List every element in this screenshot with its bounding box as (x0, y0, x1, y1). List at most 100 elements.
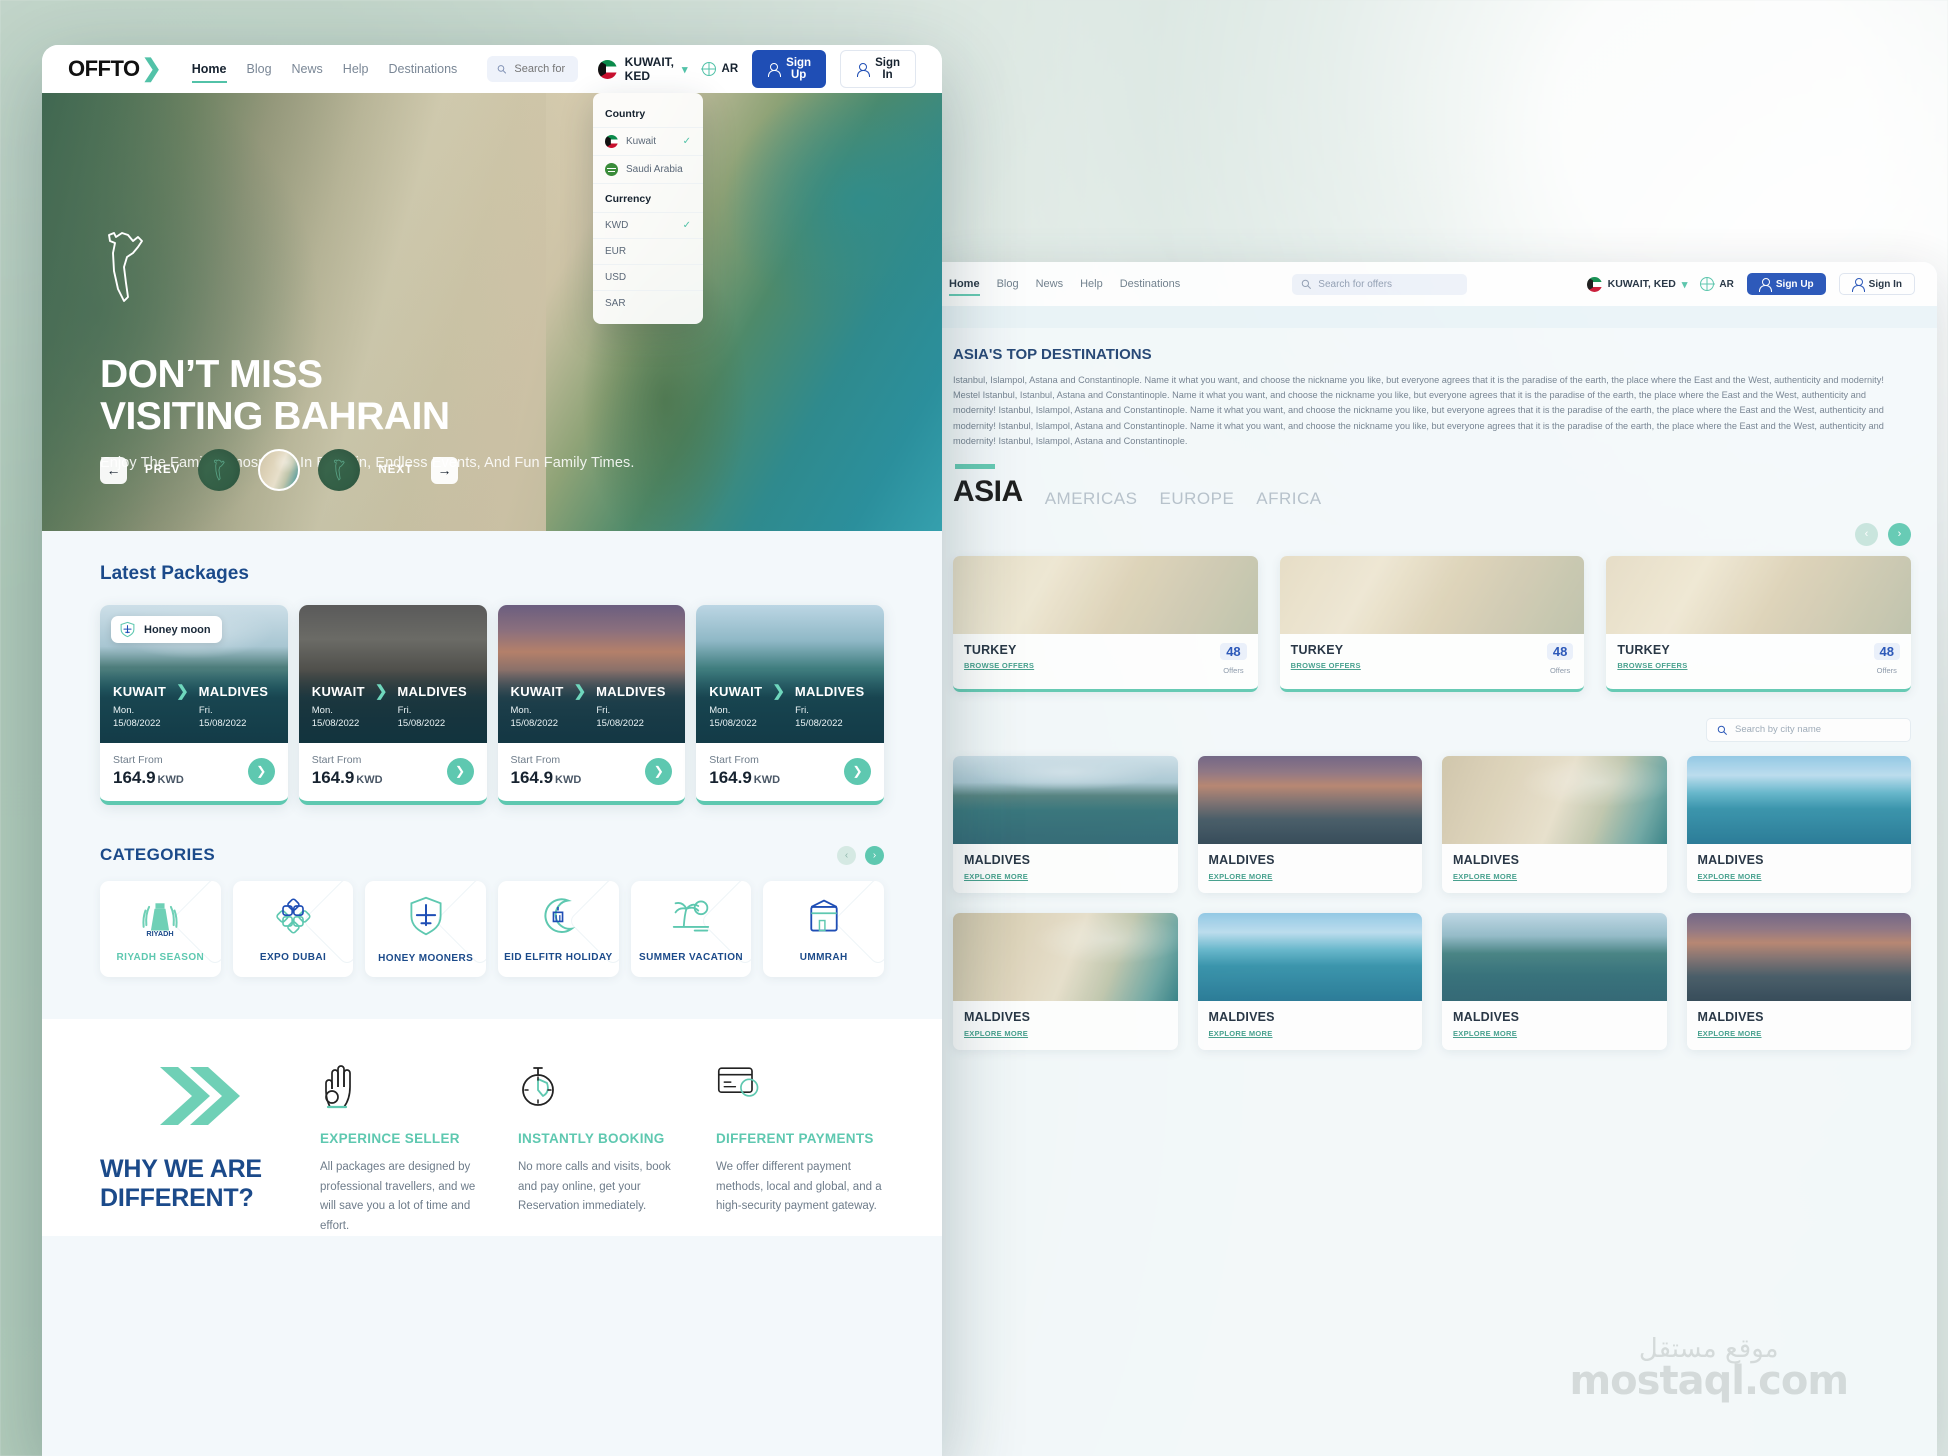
w2-destination-tile[interactable]: MALDIVES EXPLORE MORE (1686, 912, 1911, 1050)
hero-thumb-next[interactable] (318, 449, 361, 491)
background-browser-window[interactable]: Home Blog News Help Destinations Search … (927, 262, 1937, 1456)
w2-tile-link[interactable]: EXPLORE MORE (964, 872, 1167, 881)
w2-offer-card[interactable]: TURKEY BROWSE OFFERS 48 Offers (953, 555, 1258, 692)
package-depart-day: Mon. (113, 705, 135, 717)
w2-tile-link[interactable]: EXPLORE MORE (1453, 872, 1656, 881)
category-riyadh-season[interactable]: RIYADH RIYADH SEASON (100, 881, 221, 977)
category-label: UMMRAH (799, 951, 848, 963)
main-browser-window[interactable]: OFFTO ❯ Home Blog News Help Destinations… (42, 45, 942, 1456)
w2-tile-link[interactable]: EXPLORE MORE (1698, 1029, 1901, 1038)
category-eid-elfitr-holiday[interactable]: EID ELFITR HOLIDAY (498, 881, 619, 977)
w2-offer-link[interactable]: BROWSE OFFERS (1617, 661, 1687, 670)
package-depart: Mon. 15/08/2022 (113, 705, 189, 731)
w2-nav-blog[interactable]: Blog (997, 278, 1019, 290)
w2-country-selector[interactable]: KUWAIT, KED ▾ (1586, 276, 1687, 292)
w2-offer-cards: TURKEY BROWSE OFFERS 48 Offers TURKEY BR… (927, 546, 1937, 692)
w2-destination-tile[interactable]: MALDIVES EXPLORE MORE (1686, 755, 1911, 893)
hero-content: DON’T MISS VISITING BAHRAIN Enjoy The Fa… (100, 223, 635, 471)
w2-tile-link[interactable]: EXPLORE MORE (1209, 872, 1412, 881)
categories-next-button[interactable]: › (865, 845, 884, 865)
package-card[interactable]: KUWAIT ❯ MALDIVES Mon. 15/08/2022 Fri. 15/… (696, 605, 884, 805)
w2-nav-help[interactable]: Help (1080, 278, 1103, 290)
language-switch[interactable]: AR (701, 62, 738, 76)
w2-tile-link[interactable]: EXPLORE MORE (964, 1029, 1167, 1038)
w2-city-search: Search by city name (927, 692, 1937, 742)
w2-destination-tile[interactable]: MALDIVES EXPLORE MORE (1197, 912, 1422, 1050)
w2-tile-link[interactable]: EXPLORE MORE (1453, 1029, 1656, 1038)
w2-tile-image (953, 755, 1178, 844)
search-box[interactable] (487, 56, 578, 82)
logo[interactable]: OFFTO ❯ (68, 56, 162, 82)
hero-prev-button[interactable]: ← (100, 456, 127, 484)
w2-tile-link[interactable]: EXPLORE MORE (1209, 1029, 1412, 1038)
signin-button[interactable]: Sign In (840, 50, 916, 88)
package-return-day: Fri. (198, 705, 213, 717)
w2-city-search-placeholder: Search by city name (1735, 724, 1822, 736)
package-card[interactable]: Honey moon KUWAIT ❯ MALDIVES Mon. 15/08/2… (100, 605, 288, 805)
package-go-button[interactable]: ❯ (446, 757, 474, 785)
nav-item-help[interactable]: Help (343, 62, 369, 76)
category-summer-vacation[interactable]: SUMMER VACATION (630, 881, 752, 977)
w2-offer-link[interactable]: BROWSE OFFERS (964, 661, 1034, 670)
dropdown-currency-usd[interactable]: USD (593, 264, 703, 290)
w2-region-africa[interactable]: AFRICA (1256, 489, 1321, 509)
w2-city-search-input[interactable]: Search by city name (1706, 717, 1911, 742)
w2-offer-card[interactable]: TURKEY BROWSE OFFERS 48 Offers (1279, 555, 1585, 692)
country-selector[interactable]: KUWAIT, KED ▾ (597, 55, 688, 83)
category-ummrah[interactable]: UMMRAH (763, 881, 885, 977)
country-currency-dropdown[interactable]: Country Kuwait ✓ Saudi Arabia Currency K… (593, 93, 703, 324)
package-image: KUWAIT ❯ MALDIVES Mon. 15/08/2022 Fri. 15/… (298, 605, 487, 743)
package-go-button[interactable]: ❯ (844, 757, 871, 785)
w2-region-americas[interactable]: AMERICAS (1045, 489, 1138, 509)
dropdown-option-saudi-arabia[interactable]: Saudi Arabia (593, 155, 703, 183)
w2-destination-grid: MALDIVES EXPLORE MORE MALDIVES EXPLORE M… (927, 742, 1937, 1050)
w2-destination-tile[interactable]: MALDIVES EXPLORE MORE (953, 912, 1178, 1050)
hero-next-button[interactable]: → (431, 456, 458, 484)
w2-signin-button[interactable]: Sign In (1838, 273, 1915, 295)
package-route: KUWAIT ❯ MALDIVES Mon. 15/08/2022 Fri. 15/… (497, 670, 686, 743)
w2-nav-home[interactable]: Home (949, 278, 980, 296)
package-card[interactable]: KUWAIT ❯ MALDIVES Mon. 15/08/2022 Fri. 15/… (497, 605, 686, 805)
dropdown-option-kuwait[interactable]: Kuwait ✓ (593, 127, 703, 155)
w2-destination-tile[interactable]: MALDIVES EXPLORE MORE (1442, 912, 1667, 1050)
navbar-right: KUWAIT, KED ▾ AR Sign Up Sign In (597, 50, 916, 88)
dropdown-currency-kwd[interactable]: KWD ✓ (593, 212, 703, 238)
w2-carousel-prev[interactable]: ‹ (1855, 522, 1878, 546)
hero-thumb-prev[interactable] (198, 449, 241, 491)
w2-tile-link[interactable]: EXPLORE MORE (1698, 872, 1901, 881)
dropdown-currency-sar[interactable]: SAR (593, 290, 703, 316)
package-badge-label: Honey moon (144, 623, 211, 636)
w2-carousel-next[interactable]: › (1888, 522, 1911, 546)
w2-nav-destinations[interactable]: Destinations (1120, 278, 1181, 290)
package-go-button[interactable]: ❯ (247, 757, 275, 785)
w2-destination-tile[interactable]: MALDIVES EXPLORE MORE (1442, 755, 1667, 893)
category-expo-dubai[interactable]: EXPO DUBAI (232, 881, 354, 977)
w2-tile-title: MALDIVES (964, 1009, 1031, 1024)
w2-region-europe[interactable]: EUROPE (1159, 489, 1234, 509)
hero-carousel-nav: ← PREV NEXT → (100, 449, 458, 491)
package-card[interactable]: KUWAIT ❯ MALDIVES Mon. 15/08/2022 Fri. 15/… (298, 605, 487, 805)
signup-button[interactable]: Sign Up (752, 50, 827, 88)
feature-instantly-booking: INSTANTLY BOOKING No more calls and visi… (518, 1063, 686, 1236)
search-input[interactable] (514, 63, 568, 75)
nav-item-home[interactable]: Home (191, 62, 227, 83)
category-honey-mooners[interactable]: HONEY MOONERS (365, 881, 487, 977)
w2-offer-card[interactable]: TURKEY BROWSE OFFERS 48 Offers (1606, 555, 1912, 692)
nav-item-blog[interactable]: Blog (247, 62, 272, 76)
hero-prev-label: PREV (145, 464, 181, 476)
dropdown-currency-eur[interactable]: EUR (593, 238, 703, 264)
w2-article-heading: ASIA'S TOP DESTINATIONS (953, 346, 1152, 363)
w2-search-input[interactable]: Search for offers (1292, 273, 1468, 295)
nav-item-news[interactable]: News (292, 62, 323, 76)
w2-language-switch[interactable]: AR (1700, 277, 1734, 291)
w2-nav-news[interactable]: News (1036, 278, 1064, 290)
package-go-button[interactable]: ❯ (645, 757, 673, 785)
w2-destination-tile[interactable]: MALDIVES EXPLORE MORE (953, 755, 1178, 893)
w2-destination-tile[interactable]: MALDIVES EXPLORE MORE (1197, 755, 1422, 893)
w2-region-active[interactable]: ASIA (953, 463, 1023, 509)
nav-item-destinations[interactable]: Destinations (389, 62, 458, 76)
w2-signup-button[interactable]: Sign Up (1746, 273, 1826, 295)
w2-offer-link[interactable]: BROWSE OFFERS (1291, 661, 1361, 670)
hero-thumb-active[interactable] (258, 449, 301, 491)
categories-prev-button[interactable]: ‹ (837, 845, 856, 865)
